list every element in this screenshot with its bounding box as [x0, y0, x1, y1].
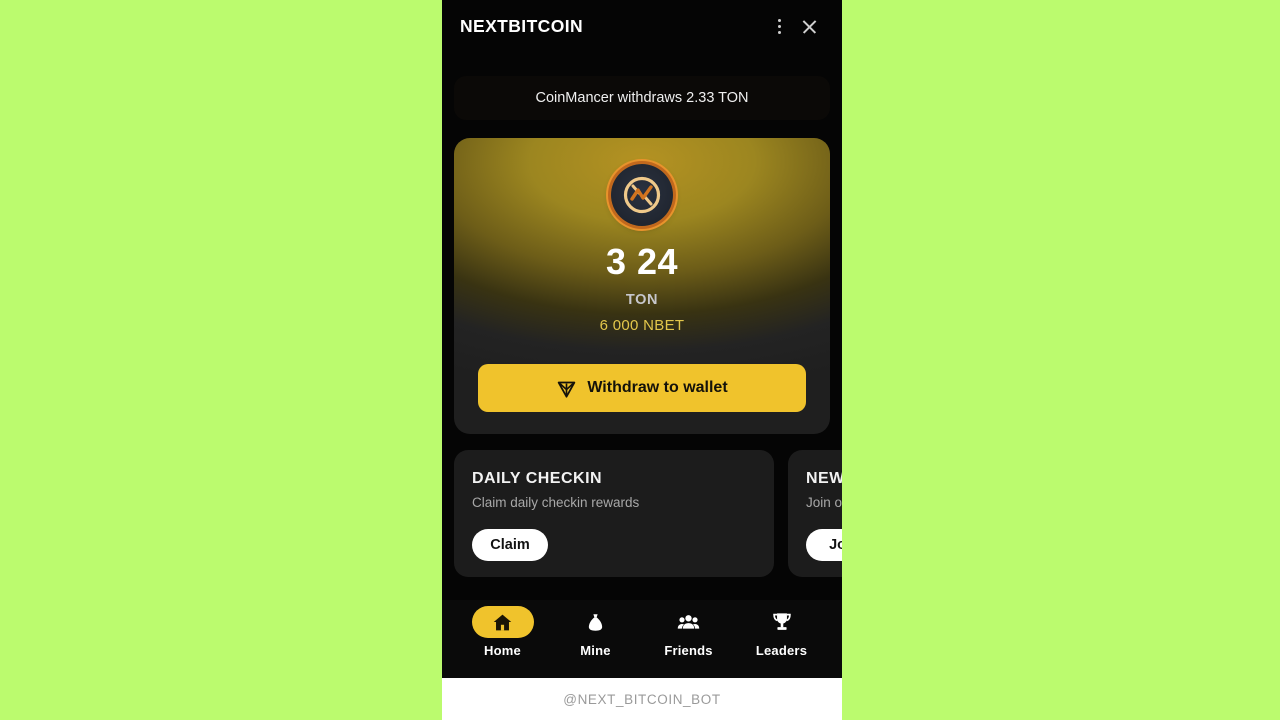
- app-header: NEXTBITCOIN: [442, 0, 842, 52]
- app-title: NEXTBITCOIN: [460, 15, 584, 36]
- nav-item-friends[interactable]: Friends: [642, 606, 735, 658]
- money-bag-icon: [565, 606, 627, 638]
- nav-item-mine[interactable]: Mine: [549, 606, 642, 658]
- nav-label: Home: [484, 643, 521, 658]
- promo-card-news-channel[interactable]: NEWS CHANNEL Join our news channel Join: [788, 450, 842, 577]
- promo-subtitle: Join our news channel: [806, 495, 842, 510]
- balance-card: 3 24 TON 6 000 NBET Withdraw to wallet: [454, 138, 830, 434]
- balance-secondary-amount: 6 000 NBET: [599, 317, 685, 334]
- close-button[interactable]: [794, 11, 824, 41]
- nav-label: Leaders: [755, 643, 808, 658]
- promo-title: NEWS CHANNEL: [806, 470, 842, 487]
- app-footer: @NEXT_BITCOIN_BOT: [442, 678, 842, 720]
- kebab-menu-icon: [777, 16, 781, 36]
- join-button[interactable]: Join: [806, 529, 842, 561]
- ticker-message: CoinMancer withdraws 2.33 TON: [535, 90, 749, 106]
- nav-item-home[interactable]: Home: [456, 606, 549, 658]
- promo-carousel[interactable]: DAILY CHECKIN Claim daily checkin reward…: [454, 450, 842, 577]
- trophy-icon: [751, 606, 813, 638]
- close-icon: [801, 18, 818, 35]
- activity-ticker: CoinMancer withdraws 2.33 TON: [454, 76, 830, 120]
- promo-subtitle: Claim daily checkin rewards: [472, 495, 640, 510]
- claim-button[interactable]: Claim: [472, 529, 548, 561]
- withdraw-button-label: Withdraw to wallet: [587, 379, 728, 396]
- screen-background: NEXTBITCOIN CoinMancer withdraws 2.33 TO…: [0, 0, 1280, 720]
- kebab-menu-button[interactable]: [764, 11, 794, 41]
- ton-diamond-icon: [556, 378, 577, 399]
- nav-item-leaders[interactable]: Leaders: [735, 606, 828, 658]
- balance-amount: 3 24: [605, 241, 679, 282]
- nextbitcoin-coin-logo: [611, 164, 673, 226]
- withdraw-to-wallet-button[interactable]: Withdraw to wallet: [478, 364, 806, 412]
- nav-label: Mine: [580, 643, 611, 658]
- nav-label: Friends: [664, 643, 713, 658]
- promo-card-daily-checkin[interactable]: DAILY CHECKIN Claim daily checkin reward…: [454, 450, 774, 577]
- friends-icon: [658, 606, 720, 638]
- home-icon: [471, 606, 534, 638]
- promo-title: DAILY CHECKIN: [472, 470, 603, 487]
- bottom-navigation: Home Mine Friends Leaders: [442, 600, 842, 678]
- telegram-miniapp-panel: NEXTBITCOIN CoinMancer withdraws 2.33 TO…: [442, 0, 842, 720]
- balance-unit: TON: [625, 292, 659, 308]
- bot-handle: @NEXT_BITCOIN_BOT: [563, 691, 721, 707]
- app-content: CoinMancer withdraws 2.33 TON 3 24 TON 6…: [442, 52, 842, 600]
